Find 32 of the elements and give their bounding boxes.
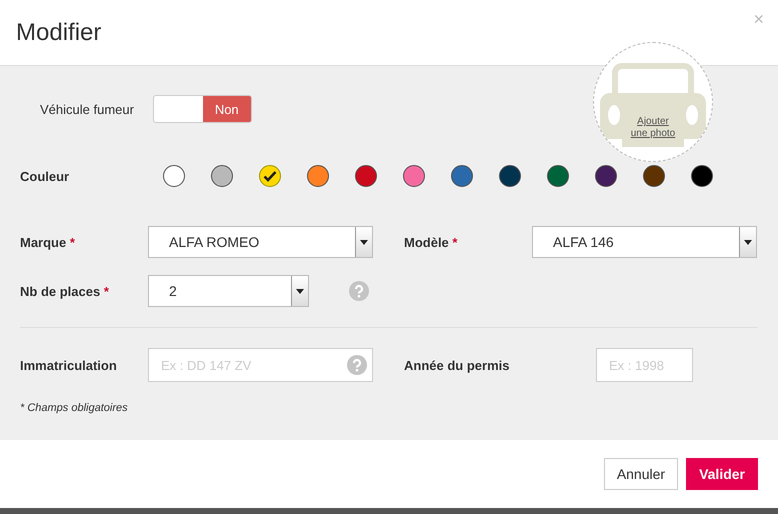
color-swatch[interactable] [691, 165, 713, 187]
field-label: Année du permis [404, 358, 510, 372]
smoker-toggle[interactable]: Non [153, 95, 252, 123]
select-field[interactable]: ALFA 146 [532, 226, 757, 258]
field-label: Marque * [20, 234, 76, 250]
color-swatch[interactable] [499, 165, 521, 187]
field-label: Modèle * [404, 234, 458, 250]
color-swatch[interactable] [355, 165, 377, 187]
caret-icon [296, 288, 304, 294]
color-swatch[interactable] [643, 165, 665, 187]
caret-icon [744, 240, 752, 244]
color-swatch[interactable] [163, 165, 185, 187]
color-swatch[interactable] [547, 165, 569, 187]
help-icon [347, 355, 367, 375]
color-swatch[interactable] [595, 165, 617, 187]
help-icon [349, 281, 369, 301]
caret-icon [360, 240, 368, 244]
color-swatch[interactable] [307, 165, 329, 187]
color-swatch[interactable] [211, 165, 233, 187]
color-swatch[interactable] [259, 165, 281, 187]
color-swatch[interactable] [403, 165, 425, 187]
submit-button[interactable]: Valider [686, 458, 758, 490]
field-label: Véhicule fumeur [40, 102, 135, 116]
field-label: Nb de places * [20, 284, 110, 298]
color-swatch[interactable] [451, 165, 473, 187]
dialog-title: Modifier [16, 18, 102, 46]
required-note: * Champs obligatoires [20, 402, 129, 414]
select-field[interactable]: ALFA ROMEO [148, 226, 373, 258]
field-label: Couleur [20, 168, 70, 184]
cancel-button[interactable]: Annuler [604, 458, 678, 490]
field-label: Immatriculation [20, 358, 118, 372]
select-field[interactable]: 2 [148, 275, 309, 307]
